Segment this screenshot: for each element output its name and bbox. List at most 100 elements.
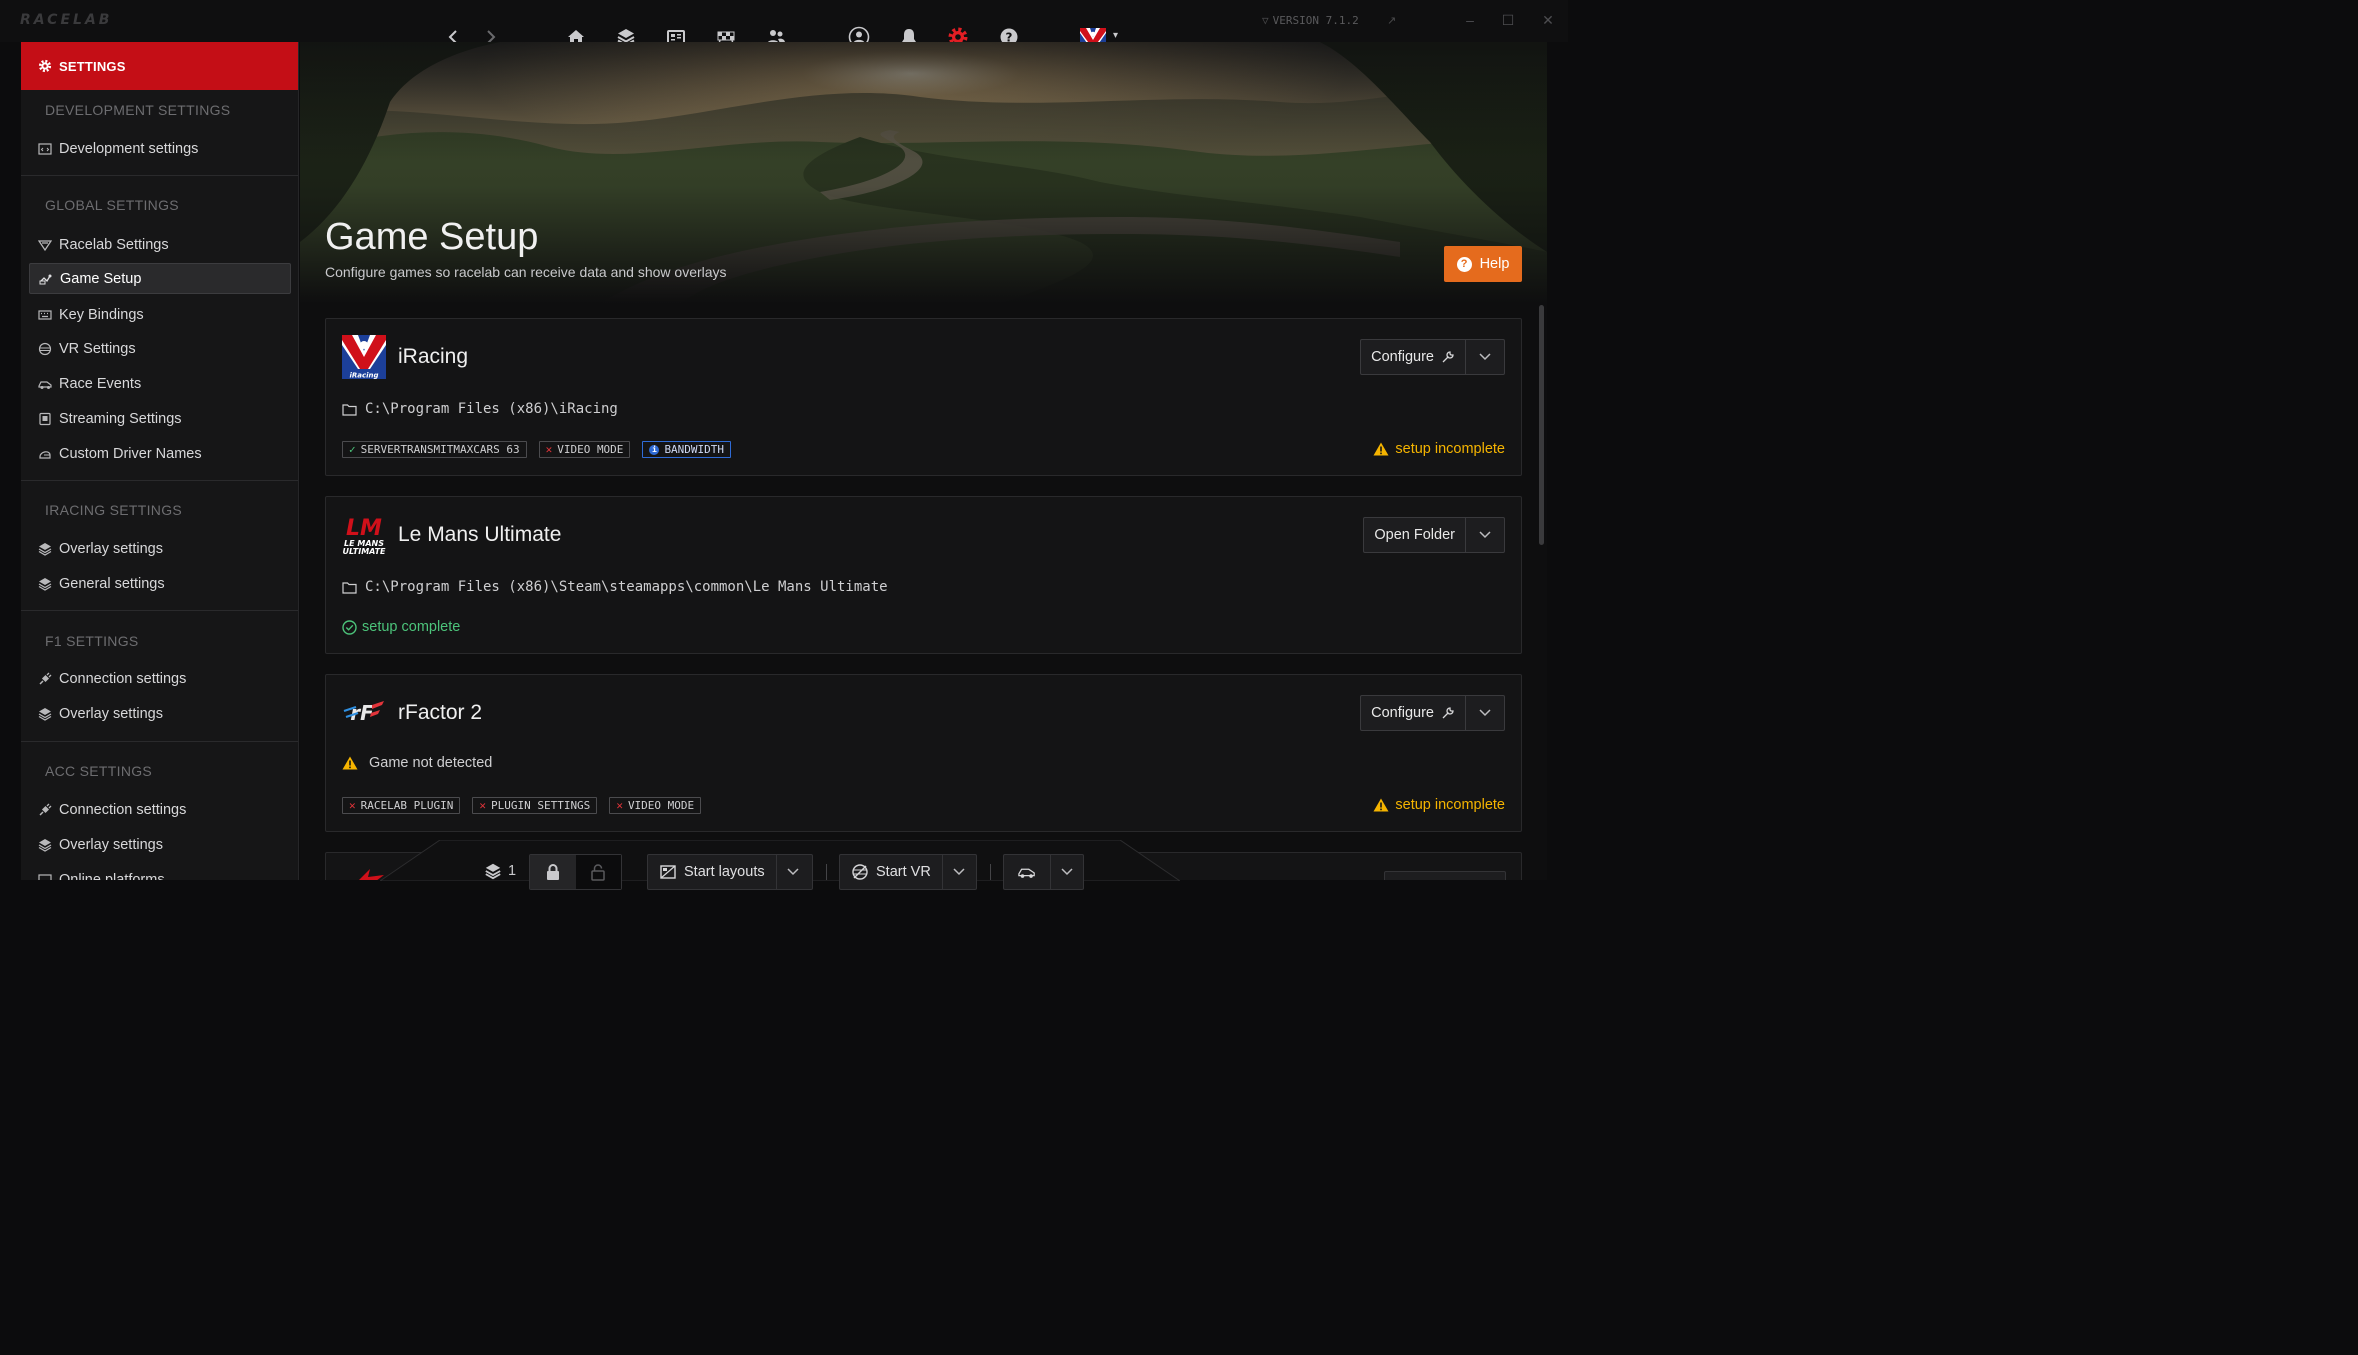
x-icon: ✕ [616, 799, 623, 812]
lock-button[interactable] [530, 855, 576, 889]
close-button[interactable]: ✕ [1538, 10, 1558, 30]
unlock-icon [591, 864, 605, 881]
maximize-button[interactable]: ☐ [1498, 10, 1518, 30]
help-button[interactable]: ? Help [1444, 246, 1522, 282]
configure-split-button[interactable]: Configure [1360, 339, 1505, 375]
configure-split-button[interactable]: Configure [1360, 695, 1505, 731]
globe-icon [38, 873, 52, 880]
folder-icon [342, 403, 357, 416]
game-name: Le Mans Ultimate [398, 523, 562, 546]
helmet-icon [38, 447, 52, 461]
chevron-down-icon[interactable] [1049, 855, 1083, 889]
warning-icon [342, 756, 358, 770]
requirement-tags: ✕ RACELAB PLUGIN ✕ PLUGIN SETTINGS ✕ VIDEO … [342, 797, 702, 814]
layout-icon [660, 865, 676, 879]
sidebar-item-f1-overlay-settings[interactable]: Overlay settings [29, 698, 291, 729]
chevron-down-icon[interactable] [941, 855, 976, 889]
lock-icon [546, 864, 559, 880]
layers-icon [38, 577, 52, 591]
chevron-down-icon[interactable] [1466, 518, 1504, 552]
section-iracing-settings: IRACING SETTINGS [45, 502, 183, 518]
unlock-button[interactable] [575, 855, 621, 889]
open-folder-button[interactable]: Open Folder [1364, 518, 1466, 552]
stream-icon [38, 412, 52, 426]
x-icon: ✕ [349, 799, 356, 812]
configure-button[interactable]: Configure [1361, 696, 1466, 730]
game-card-rfactor-2: rF rFactor 2 Configure Game not detected… [325, 674, 1522, 832]
warning-icon [1373, 798, 1389, 812]
check-circle-icon [342, 619, 357, 635]
game-card-iracing: iRacing iRacing Configure C:\Program Fil… [325, 318, 1522, 476]
race-car-icon [38, 377, 52, 391]
page-subtitle: Configure games so racelab can receive d… [325, 264, 727, 280]
tag-video-mode: ✕ VIDEO MODE [538, 441, 631, 458]
start-layouts-split-button[interactable]: Start layouts [647, 854, 813, 890]
install-path: C:\Program Files (x86)\Steam\steamapps\c… [342, 579, 888, 595]
toolbar-divider [826, 864, 827, 880]
lock-toggle[interactable] [529, 854, 622, 890]
layers-icon [485, 863, 501, 880]
layers-icon [38, 707, 52, 721]
folder-icon [342, 581, 357, 594]
sidebar-item-acc-overlay-settings[interactable]: Overlay settings [29, 829, 291, 860]
start-vr-split-button[interactable]: Start VR [839, 854, 977, 890]
race-car-split-button[interactable] [1003, 854, 1084, 890]
sidebar-item-iracing-overlay-settings[interactable]: Overlay settings [29, 533, 291, 564]
sidebar-item-game-setup[interactable]: Game Setup [29, 263, 291, 294]
tag-video-mode: ✕ VIDEO MODE [609, 797, 702, 814]
chevron-down-icon[interactable] [1466, 696, 1504, 730]
sidebar-item-vr-settings[interactable]: VR Settings [29, 333, 291, 364]
sidebar-item-race-events[interactable]: Race Events [29, 368, 291, 399]
start-layouts-button[interactable]: Start layouts [648, 855, 776, 889]
tag-servertransmitmaxcars: ✓ SERVERTRANSMITMAXCARS 63 [342, 441, 527, 458]
racelab-icon [38, 238, 52, 252]
x-icon: ✕ [479, 799, 486, 812]
start-vr-button[interactable]: Start VR [840, 855, 942, 889]
warning-icon [1373, 442, 1389, 456]
code-window-icon [38, 142, 52, 156]
svg-text:rF: rF [350, 701, 374, 725]
vr-headset-icon [38, 342, 52, 356]
sidebar-item-racelab-settings[interactable]: Racelab Settings [29, 229, 291, 260]
sidebar-item-custom-driver-names[interactable]: Custom Driver Names [29, 438, 291, 469]
version-label: ▽ VERSION 7.1.2 [1262, 14, 1359, 27]
game-card-le-mans-ultimate: LM LE MANS ULTIMATE Le Mans Ultimate Ope… [325, 496, 1522, 654]
question-icon: ? [1456, 256, 1472, 272]
tag-bandwidth: i BANDWIDTH [642, 441, 732, 458]
external-link-icon[interactable]: ↗ [1387, 14, 1396, 27]
race-car-button[interactable] [1004, 855, 1050, 889]
sidebar-item-development-settings[interactable]: Development settings [29, 133, 291, 164]
svg-text:ULTIMATE: ULTIMATE [342, 547, 386, 556]
wrench-icon [1442, 707, 1454, 719]
open-folder-split-button[interactable]: Open Folder [1363, 517, 1505, 553]
x-icon: ✕ [545, 443, 553, 456]
section-global-settings: GLOBAL SETTINGS [45, 197, 179, 213]
chevron-down-icon[interactable] [1466, 340, 1504, 374]
configure-button[interactable]: Configure [1361, 340, 1466, 374]
le-mans-ultimate-logo-icon: LM LE MANS ULTIMATE [342, 516, 386, 556]
scrollbar[interactable] [1539, 305, 1544, 545]
gamepad-icon [39, 272, 53, 286]
minimize-button[interactable]: – [1460, 10, 1480, 30]
check-icon: ✓ [349, 443, 356, 456]
sidebar-item-f1-connection-settings[interactable]: Connection settings [29, 663, 291, 694]
toolbar-divider [990, 864, 991, 880]
sidebar-item-iracing-general-settings[interactable]: General settings [29, 568, 291, 599]
sidebar-item-key-bindings[interactable]: Key Bindings [29, 299, 291, 330]
sidebar-item-acc-connection-settings[interactable]: Connection settings [29, 794, 291, 825]
settings-sidebar: SETTINGS DEVELOPMENT SETTINGS Developmen… [21, 42, 299, 880]
game-not-detected: Game not detected [342, 755, 492, 771]
page-title: Game Setup [325, 216, 539, 258]
iracing-logo-icon: iRacing [342, 335, 386, 379]
keyboard-icon [38, 308, 52, 322]
account-chevron-down-icon[interactable]: ▾ [1113, 30, 1118, 41]
sidebar-item-streaming-settings[interactable]: Streaming Settings [29, 403, 291, 434]
chevron-down-icon[interactable] [775, 855, 810, 889]
plug-icon [38, 803, 52, 817]
action-button[interactable] [1384, 871, 1506, 880]
plug-icon [38, 672, 52, 686]
section-development-settings: DEVELOPMENT SETTINGS [45, 102, 231, 118]
tag-plugin-settings: ✕ PLUGIN SETTINGS [472, 797, 598, 814]
layer-counter: 1 [484, 862, 516, 880]
sidebar-item-acc-online-platforms[interactable]: Online platforms [29, 864, 291, 880]
